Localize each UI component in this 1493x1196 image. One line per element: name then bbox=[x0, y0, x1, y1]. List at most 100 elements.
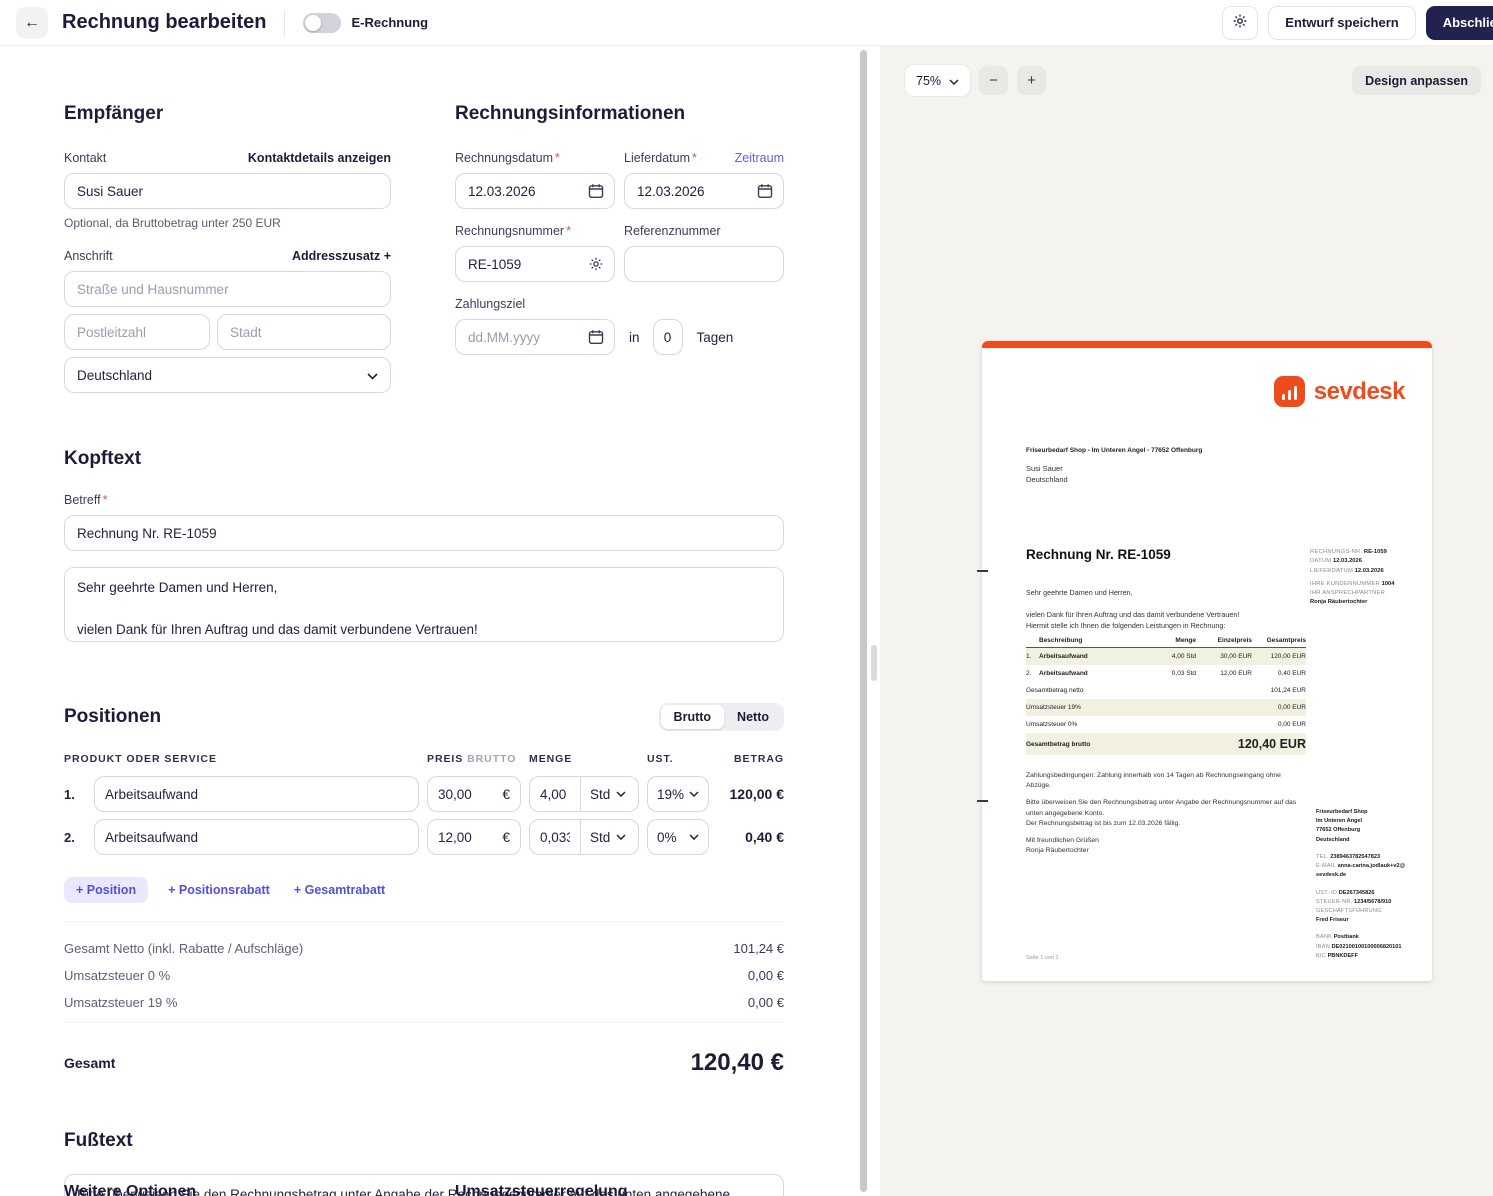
unit-value: Std bbox=[590, 786, 611, 802]
gear-icon[interactable] bbox=[588, 256, 604, 272]
chevron-down-icon bbox=[689, 834, 699, 840]
unit-value: Std bbox=[590, 829, 611, 845]
back-arrow-icon: ← bbox=[24, 13, 40, 31]
city-input[interactable] bbox=[217, 314, 391, 350]
sender-line: Friseurbedarf Shop - Im Unteren Angel - … bbox=[1026, 447, 1203, 454]
invoice-date-label: Rechnungsdatum bbox=[455, 151, 553, 165]
chevron-down-icon bbox=[616, 834, 626, 840]
add-position-button[interactable]: + Position bbox=[64, 877, 149, 903]
required-marker: * bbox=[692, 151, 697, 165]
e-invoice-label: E-Rechnung bbox=[351, 15, 429, 30]
toggle-net[interactable]: Netto bbox=[724, 705, 782, 729]
recipient-block: Susi Sauer Deutschland bbox=[1026, 464, 1068, 485]
calendar-icon[interactable] bbox=[588, 183, 604, 199]
position-qty-input[interactable] bbox=[530, 786, 580, 802]
finish-button[interactable]: Abschließen bbox=[1425, 5, 1493, 40]
reference-input[interactable] bbox=[624, 246, 784, 282]
toggle-gross[interactable]: Brutto bbox=[660, 705, 725, 729]
design-button[interactable]: Design anpassen bbox=[1352, 66, 1481, 95]
subject-input[interactable] bbox=[64, 515, 784, 551]
chevron-down-icon bbox=[949, 74, 959, 88]
position-price-input[interactable] bbox=[428, 829, 503, 845]
add-item-discount-button[interactable]: + Positionsrabatt bbox=[164, 877, 274, 903]
invoice-summary-row: Gesamtbetrag netto 101,24 EUR bbox=[1026, 687, 1306, 694]
invoice-grand-total-row: Gesamtbetrag brutto 120,40 EUR bbox=[1026, 733, 1306, 755]
position-row: 2. € Std 0% 0,40 € bbox=[64, 819, 784, 855]
days-label: Tagen bbox=[696, 329, 734, 345]
vat-value: 0% bbox=[657, 829, 677, 845]
invoice-form-panel: Empfänger Kontakt Kontaktdetails anzeige… bbox=[0, 46, 872, 1196]
preview-scrollbar-thumb[interactable] bbox=[871, 645, 877, 681]
invoice-table-row: 2. Arbeitsaufwand 0,03 Std 12,00 EUR 0,4… bbox=[1026, 670, 1306, 677]
address-label: Anschrift bbox=[64, 249, 113, 263]
e-invoice-toggle[interactable] bbox=[303, 12, 342, 33]
total-row: Umsatzsteuer 19 % 0,00 € bbox=[64, 995, 784, 1010]
invoice-meta-block: RECHNUNGS-NR. RE-1059 DATUM 12.03.2026 L… bbox=[1310, 549, 1395, 606]
country-select[interactable]: Deutschland bbox=[64, 357, 391, 393]
col-qty: MENGE bbox=[529, 753, 573, 765]
contact-details-link[interactable]: Kontaktdetails anzeigen bbox=[248, 151, 391, 165]
add-total-discount-button[interactable]: + Gesamtrabatt bbox=[290, 877, 389, 903]
chevron-down-icon bbox=[689, 791, 699, 797]
invoice-table-row: 1. Arbeitsaufwand 4,00 Std 30,00 EUR 120… bbox=[1026, 648, 1306, 665]
position-qty-input[interactable] bbox=[530, 829, 580, 845]
vat-rule-section-title: Umsatzsteuerregelung bbox=[455, 1183, 628, 1196]
position-price-input[interactable] bbox=[428, 786, 503, 802]
required-marker: * bbox=[554, 151, 560, 165]
vat-select[interactable]: 19% bbox=[647, 776, 709, 812]
invoice-summary-row: Umsatzsteuer 0% 0,00 EUR bbox=[1026, 721, 1306, 728]
invoice-greeting: Sehr geehrte Damen und Herren, vielen Da… bbox=[1026, 588, 1240, 631]
vat-value: 19% bbox=[657, 786, 685, 802]
unit-select[interactable]: Std bbox=[581, 787, 635, 802]
calendar-icon[interactable] bbox=[757, 183, 773, 199]
invoice-preview-page: sevdesk Friseurbedarf Shop - Im Unteren … bbox=[982, 341, 1432, 981]
more-options-section-title: Weitere Optionen bbox=[64, 1183, 197, 1196]
currency-symbol: € bbox=[502, 786, 510, 802]
unit-select[interactable]: Std bbox=[581, 830, 635, 845]
col-price: PREIS BRUTTO bbox=[427, 753, 517, 765]
subject-label: Betreff bbox=[64, 493, 101, 507]
save-draft-button[interactable]: Entwurf speichern bbox=[1268, 5, 1416, 40]
zoom-level-select[interactable]: 75% bbox=[905, 65, 971, 96]
position-name-input[interactable] bbox=[95, 829, 418, 845]
invoice-table-header: Beschreibung Menge Einzelpreis Gesamtpre… bbox=[1026, 633, 1306, 648]
grand-total-label: Gesamt bbox=[64, 1055, 116, 1071]
positions-section-title: Positionen bbox=[64, 706, 162, 727]
zip-input[interactable] bbox=[64, 314, 210, 350]
zoom-out-button[interactable]: − bbox=[979, 66, 1009, 95]
form-scrollbar[interactable] bbox=[860, 50, 867, 1192]
grand-total-value: 120,40 € bbox=[690, 1049, 784, 1076]
street-input[interactable] bbox=[64, 271, 391, 307]
address-extra-link[interactable]: Addresszusatz + bbox=[292, 249, 391, 263]
row-index: 2. bbox=[64, 829, 75, 845]
top-bar: ← Rechnung bearbeiten E-Rechnung Entwurf… bbox=[0, 0, 1493, 46]
sevdesk-logo-text: sevdesk bbox=[1313, 377, 1406, 405]
invoice-table: Beschreibung Menge Einzelpreis Gesamtpre… bbox=[1026, 633, 1306, 755]
position-row: 1. € Std 19% 120,00 € bbox=[64, 776, 784, 812]
settings-button[interactable] bbox=[1222, 5, 1259, 40]
days-input[interactable] bbox=[652, 319, 683, 355]
currency-symbol: € bbox=[502, 829, 510, 845]
plus-icon: + bbox=[1027, 72, 1036, 89]
zoom-in-button[interactable]: + bbox=[1017, 66, 1047, 95]
page-title: Rechnung bearbeiten bbox=[62, 11, 267, 33]
divider bbox=[64, 921, 784, 922]
period-link[interactable]: Zeitraum bbox=[735, 151, 784, 165]
calendar-icon[interactable] bbox=[588, 329, 604, 345]
header-text-area[interactable] bbox=[64, 567, 784, 642]
total-row: Gesamt Netto (inkl. Rabatte / Aufschläge… bbox=[64, 941, 784, 956]
row-index: 1. bbox=[64, 786, 75, 802]
position-name-input[interactable] bbox=[95, 786, 418, 802]
footer-text-section-title: Fußtext bbox=[64, 1130, 133, 1151]
contact-input[interactable] bbox=[64, 173, 391, 209]
zoom-level-value: 75% bbox=[916, 73, 942, 88]
toggle-knob bbox=[305, 14, 322, 31]
invoice-terms-block: Zahlungsbedingungen: Zahlung innerhalb v… bbox=[1026, 771, 1298, 863]
row-amount: 120,00 € bbox=[729, 786, 785, 802]
vat-select[interactable]: 0% bbox=[647, 819, 709, 855]
invoice-no-label: Rechnungsnummer bbox=[455, 224, 565, 238]
col-vat: UST. bbox=[647, 753, 674, 765]
payment-note: Bitte überweisen Sie den Rechnungsbetrag… bbox=[1026, 799, 1297, 827]
back-button[interactable]: ← bbox=[16, 6, 48, 39]
total-row: Umsatzsteuer 0 % 0,00 € bbox=[64, 968, 784, 983]
